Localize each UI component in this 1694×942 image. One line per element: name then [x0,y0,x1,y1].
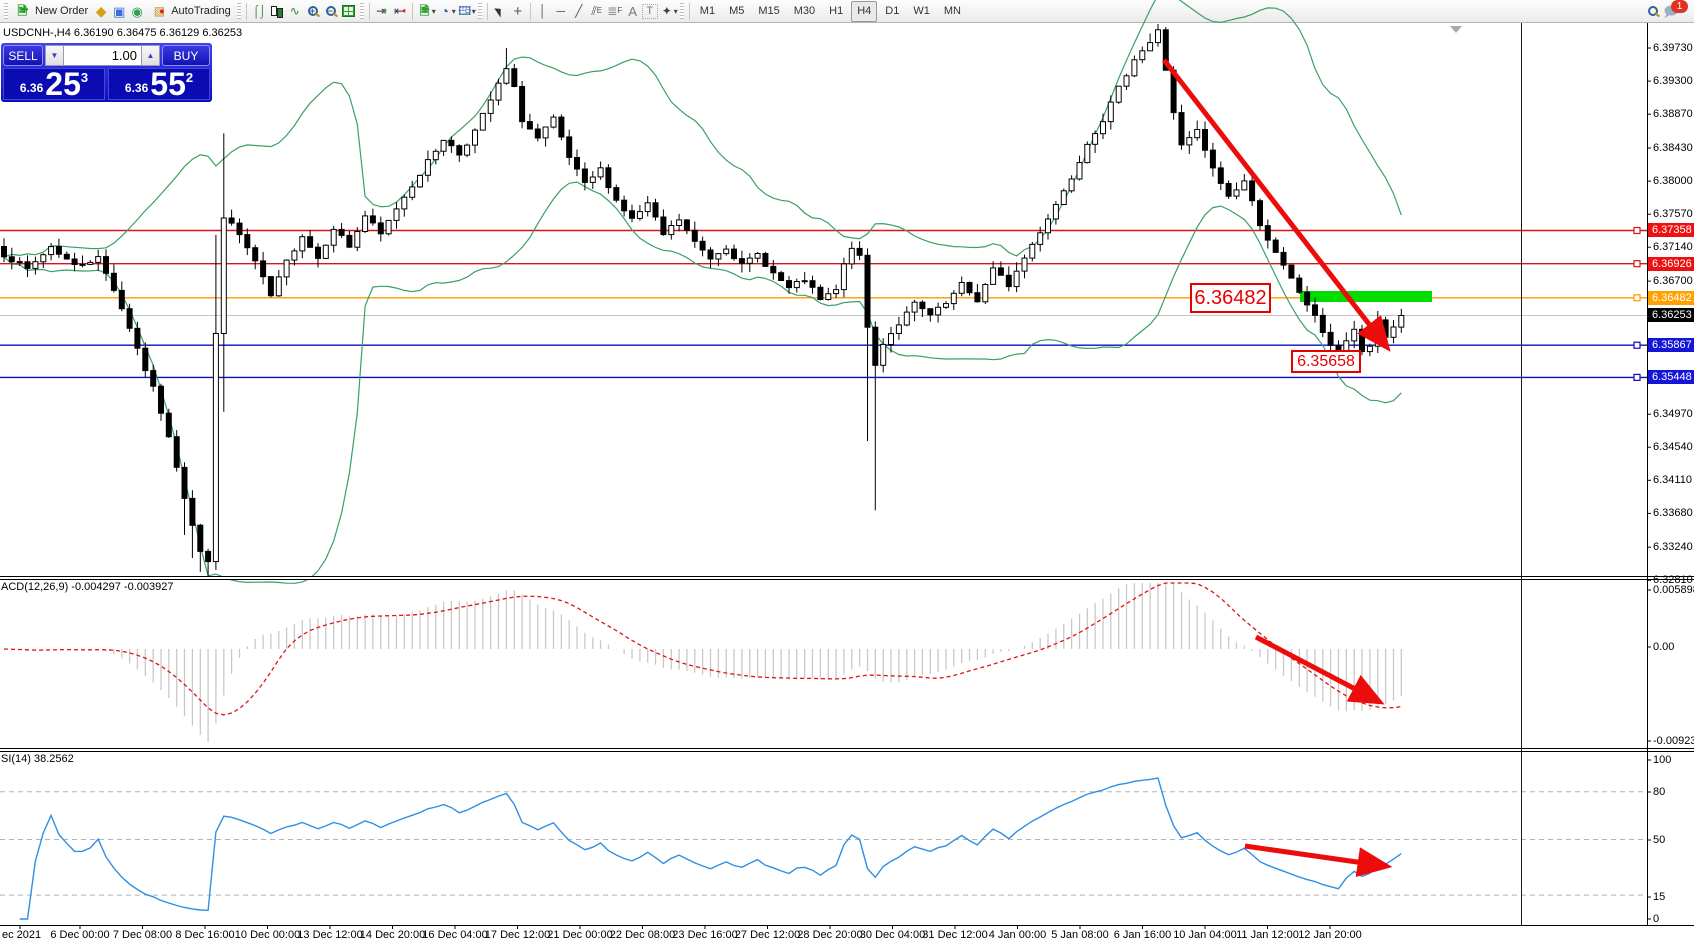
mt4-window: { "toolbar": { "new_order_label": "New O… [0,0,1694,942]
rsi-axis-label: 50 [1653,834,1665,846]
sell-price-small: 6.36 [20,81,43,95]
time-axis-label: 6 Dec 00:00 [50,929,109,941]
time-axis-separator [0,925,1694,926]
rsi-axis-label: 0 [1653,913,1659,925]
price-axis-line [1647,23,1648,925]
time-axis-label: 10 Jan 04:00 [1173,929,1237,941]
rsi-panel-separator[interactable] [0,748,1694,752]
macd-panel-separator[interactable] [0,576,1694,580]
price-axis-tick: 6.34110 [1653,474,1692,486]
time-axis-label: 4 Jan 00:00 [989,929,1047,941]
volume-stepper: ▼ ▲ [45,45,160,66]
time-axis-label: 30 Dec 04:00 [860,929,925,941]
price-axis-tick: 6.39300 [1653,75,1693,87]
time-axis-label: 12 Jan 20:00 [1298,929,1362,941]
macd-axis-label: -0.009232 [1653,735,1694,747]
buy-price-small: 6.36 [125,81,148,95]
vertical-line-object[interactable] [1521,23,1522,925]
price-tag-6.37358: 6.37358 [1648,223,1694,237]
time-axis-label: 17 Dec 12:00 [485,929,550,941]
time-axis-label: 10 Dec 00:00 [235,929,300,941]
time-axis-label: 23 Dec 16:00 [672,929,737,941]
time-axis-label: 7 Dec 08:00 [113,929,172,941]
sell-price-big: 25 [45,69,81,99]
price-tag-6.36482: 6.36482 [1648,291,1694,305]
macd-axis-label: 0.005898 [1653,584,1694,596]
time-axis-label: 5 Jan 08:00 [1051,929,1109,941]
price-axis-tick: 6.33680 [1653,507,1693,519]
time-axis-label: 11 Jan 12:00 [1236,929,1299,941]
time-axis-label: 13 Dec 12:00 [297,929,362,941]
chart-canvas[interactable] [0,0,1694,942]
sell-button[interactable]: SELL [3,45,43,66]
price-axis-tick: 6.38430 [1653,142,1693,154]
price-level-annotation-text: 6.36482 [1194,287,1266,310]
price-tag-6.36253: 6.36253 [1648,308,1694,322]
swing-low-annotation-box[interactable]: 6.35658 [1291,350,1361,373]
time-axis-label: 8 Dec 16:00 [175,929,234,941]
volume-input[interactable] [64,45,141,66]
time-axis-label: 21 Dec 00:00 [547,929,612,941]
rsi-indicator-label: SI(14) 38.2562 [1,753,74,765]
time-axis-label: 31 Dec 12:00 [922,929,987,941]
price-axis-tick: 6.34540 [1653,441,1693,453]
buy-price-big: 55 [150,69,186,99]
buy-price-sup: 2 [186,70,193,85]
buy-price-tile[interactable]: 6.36 55 2 [108,68,210,100]
price-axis-tick: 6.34970 [1653,408,1693,420]
rsi-axis-label: 15 [1653,891,1665,903]
price-tag-6.35448: 6.35448 [1648,370,1694,384]
buy-button[interactable]: BUY [162,45,210,66]
sell-price-tile[interactable]: 6.36 25 3 [3,68,105,100]
time-axis-label: 6 Jan 16:00 [1114,929,1172,941]
volume-increase-button[interactable]: ▲ [141,45,160,66]
one-click-trading-panel: SELL ▼ ▲ BUY 6.36 25 3 6.36 55 2 [1,43,212,102]
macd-axis-label: 0.00 [1653,641,1674,653]
volume-decrease-button[interactable]: ▼ [45,45,64,66]
time-axis-label: 22 Dec 08:00 [610,929,675,941]
time-axis-label: 27 Dec 12:00 [735,929,800,941]
price-axis-tick: 6.39730 [1653,42,1693,54]
price-axis-tick: 6.33240 [1653,541,1693,553]
price-level-annotation-box[interactable]: 6.36482 [1190,283,1271,313]
price-axis-tick: 6.36700 [1653,275,1693,287]
price-tag-6.35867: 6.35867 [1648,338,1694,352]
swing-low-annotation-text: 6.35658 [1297,353,1355,371]
macd-indicator-label: ACD(12,26,9) -0.004297 -0.003927 [1,581,173,593]
time-axis-label: 14 Dec 20:00 [360,929,425,941]
rsi-axis-label: 80 [1653,786,1665,798]
rsi-axis-label: 100 [1653,754,1671,766]
price-axis-tick: 6.38870 [1653,108,1693,120]
price-axis-tick: 6.37140 [1653,241,1693,253]
price-axis-tick: 6.37570 [1653,208,1693,220]
time-axis-label: 16 Dec 04:00 [422,929,487,941]
chart-symbol-title: USDCNH-,H4 6.36190 6.36475 6.36129 6.362… [3,27,242,39]
sell-price-sup: 3 [81,70,88,85]
time-axis-label: ec 2021 [2,929,41,941]
price-tag-6.36926: 6.36926 [1648,257,1694,271]
price-axis-tick: 6.38000 [1653,175,1693,187]
time-axis-label: 28 Dec 20:00 [797,929,862,941]
